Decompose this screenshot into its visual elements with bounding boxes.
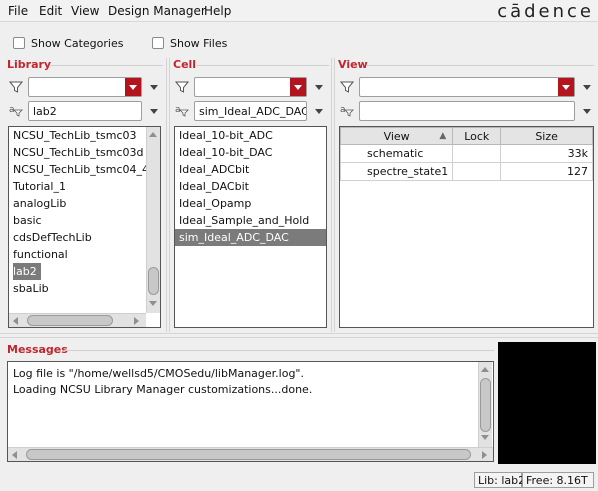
view-table: View ▲ Lock Size schematic 33k spectre_s… [340,127,593,181]
view-category-combo-button[interactable] [558,78,574,96]
scroll-left-arrow-icon[interactable] [12,451,17,459]
library-filter-input[interactable]: lab2 [28,101,142,121]
scroll-right-arrow-icon[interactable] [482,451,487,459]
menu-bar: File Edit View Design Manager Help cāden… [0,0,598,22]
library-title-line [49,65,163,66]
messages-horizontal-scrollbar[interactable] [8,447,493,461]
view-cell: spectre_state1 [340,162,454,181]
cell-filter-input[interactable]: sim_Ideal_ADC_DAC [194,101,307,121]
message-line: Loading NCSU Library Manager customizati… [13,383,313,396]
scroll-up-arrow-icon[interactable] [149,132,157,137]
library-list-item[interactable]: analogLib [13,195,70,212]
cell-list-item[interactable]: Ideal_DACbit [179,178,253,195]
cell-list-item[interactable]: Ideal_Sample_and_Hold [179,212,313,229]
menu-file[interactable]: File [8,4,28,18]
library-list-item[interactable]: NCSU_TechLib_tsmc03d [13,144,148,161]
scroll-down-arrow-icon[interactable] [149,301,157,306]
messages-title-line [64,350,494,351]
filter-icon [175,81,189,93]
menu-view[interactable]: View [71,4,99,18]
library-vscroll-thumb[interactable] [148,267,159,295]
cell-list: Ideal_10-bit_ADC Ideal_10-bit_DAC Ideal_… [174,126,327,328]
library-hscroll-thumb[interactable] [27,315,113,326]
library-category-combo[interactable] [28,77,142,97]
pane-splitter-left[interactable] [166,58,170,332]
show-categories-checkbox[interactable] [13,37,25,49]
text-filter-icon: a [175,105,189,117]
library-list-item[interactable]: Tutorial_1 [13,178,70,195]
view-filter-arrow[interactable] [583,109,591,114]
messages-title: Messages [7,343,68,356]
sort-ascending-icon: ▲ [439,131,447,141]
filter-icon [9,81,23,93]
cell-options-arrow[interactable] [315,85,323,90]
size-column-header[interactable]: Size [500,127,593,145]
library-title: Library [7,58,52,71]
status-free-space: Free: 8.16T [522,472,594,488]
scroll-up-arrow-icon[interactable] [481,367,489,372]
view-filter-input[interactable] [359,101,575,121]
cell-list-item-selected[interactable]: sim_Ideal_ADC_DAC [175,229,326,246]
size-cell: 127 [500,162,593,181]
table-row[interactable]: spectre_state1 127 [340,162,593,181]
library-list-item[interactable]: NCSU_TechLib_tsmc03 [13,127,141,144]
show-files-label: Show Files [170,37,228,50]
messages-box: Log file is "/home/wellsd5/CMOSedu/libMa… [7,361,494,462]
view-column-header[interactable]: View ▲ [340,127,454,145]
text-filter-icon: a [340,105,354,117]
view-column-label: View [383,129,410,143]
show-categories-label: Show Categories [31,37,124,50]
scroll-right-arrow-icon[interactable] [134,317,139,325]
status-library: Lib: lab2 [474,472,525,488]
cell-list-item[interactable]: Ideal_10-bit_ADC [179,127,277,144]
menu-edit[interactable]: Edit [39,4,62,18]
library-list-item[interactable]: functional [13,246,72,263]
message-line: Log file is "/home/wellsd5/CMOSedu/libMa… [13,367,304,380]
view-title-line [366,65,594,66]
cell-filter-arrow[interactable] [315,109,323,114]
messages-vscroll-thumb[interactable] [480,378,491,432]
library-category-combo-button[interactable] [125,78,141,96]
view-cell: schematic [340,144,454,163]
library-list-item[interactable]: cdsDefTechLib [13,229,96,246]
lock-cell [452,144,502,163]
library-list-item[interactable]: basic [13,212,46,229]
library-filter-arrow[interactable] [150,109,158,114]
cadence-logo: cādence [497,1,594,22]
library-list-item[interactable]: NCSU_TechLib_tsmc04_4M [13,161,160,178]
view-table-container: View ▲ Lock Size schematic 33k spectre_s… [339,126,594,328]
view-category-combo[interactable] [359,77,575,97]
cell-title: Cell [173,58,197,71]
library-horizontal-scrollbar[interactable] [9,313,146,327]
menu-design-manager[interactable]: Design Manager [108,4,206,18]
messages-splitter[interactable] [0,333,598,338]
library-list-item[interactable]: sbaLib [13,280,53,297]
messages-vertical-scrollbar[interactable] [478,362,492,447]
view-options-arrow[interactable] [583,85,591,90]
size-cell: 33k [500,144,593,163]
menu-help[interactable]: Help [204,4,231,18]
library-list: NCSU_TechLib_tsmc03 NCSU_TechLib_tsmc03d… [8,126,161,328]
cell-title-line [197,65,329,66]
lock-cell [452,162,502,181]
messages-hscroll-thumb[interactable] [26,449,471,460]
filter-icon [340,81,354,93]
cell-category-combo[interactable] [194,77,307,97]
show-files-checkbox[interactable] [152,37,164,49]
scroll-down-arrow-icon[interactable] [481,435,489,440]
library-options-arrow[interactable] [150,85,158,90]
table-row[interactable]: schematic 33k [340,144,593,163]
cell-list-item[interactable]: Ideal_10-bit_DAC [179,144,276,161]
cell-list-item[interactable]: Ideal_Opamp [179,195,255,212]
lock-column-header[interactable]: Lock [452,127,502,145]
view-title: View [338,58,368,71]
library-vertical-scrollbar[interactable] [146,127,160,313]
pane-splitter-right[interactable] [331,58,335,332]
text-filter-icon: a [9,105,23,117]
cell-category-combo-button[interactable] [290,78,306,96]
cell-list-item[interactable]: Ideal_ADCbit [179,161,253,178]
scroll-left-arrow-icon[interactable] [13,317,18,325]
preview-panel [498,342,596,464]
library-list-item-selected[interactable]: lab2 [13,263,41,280]
